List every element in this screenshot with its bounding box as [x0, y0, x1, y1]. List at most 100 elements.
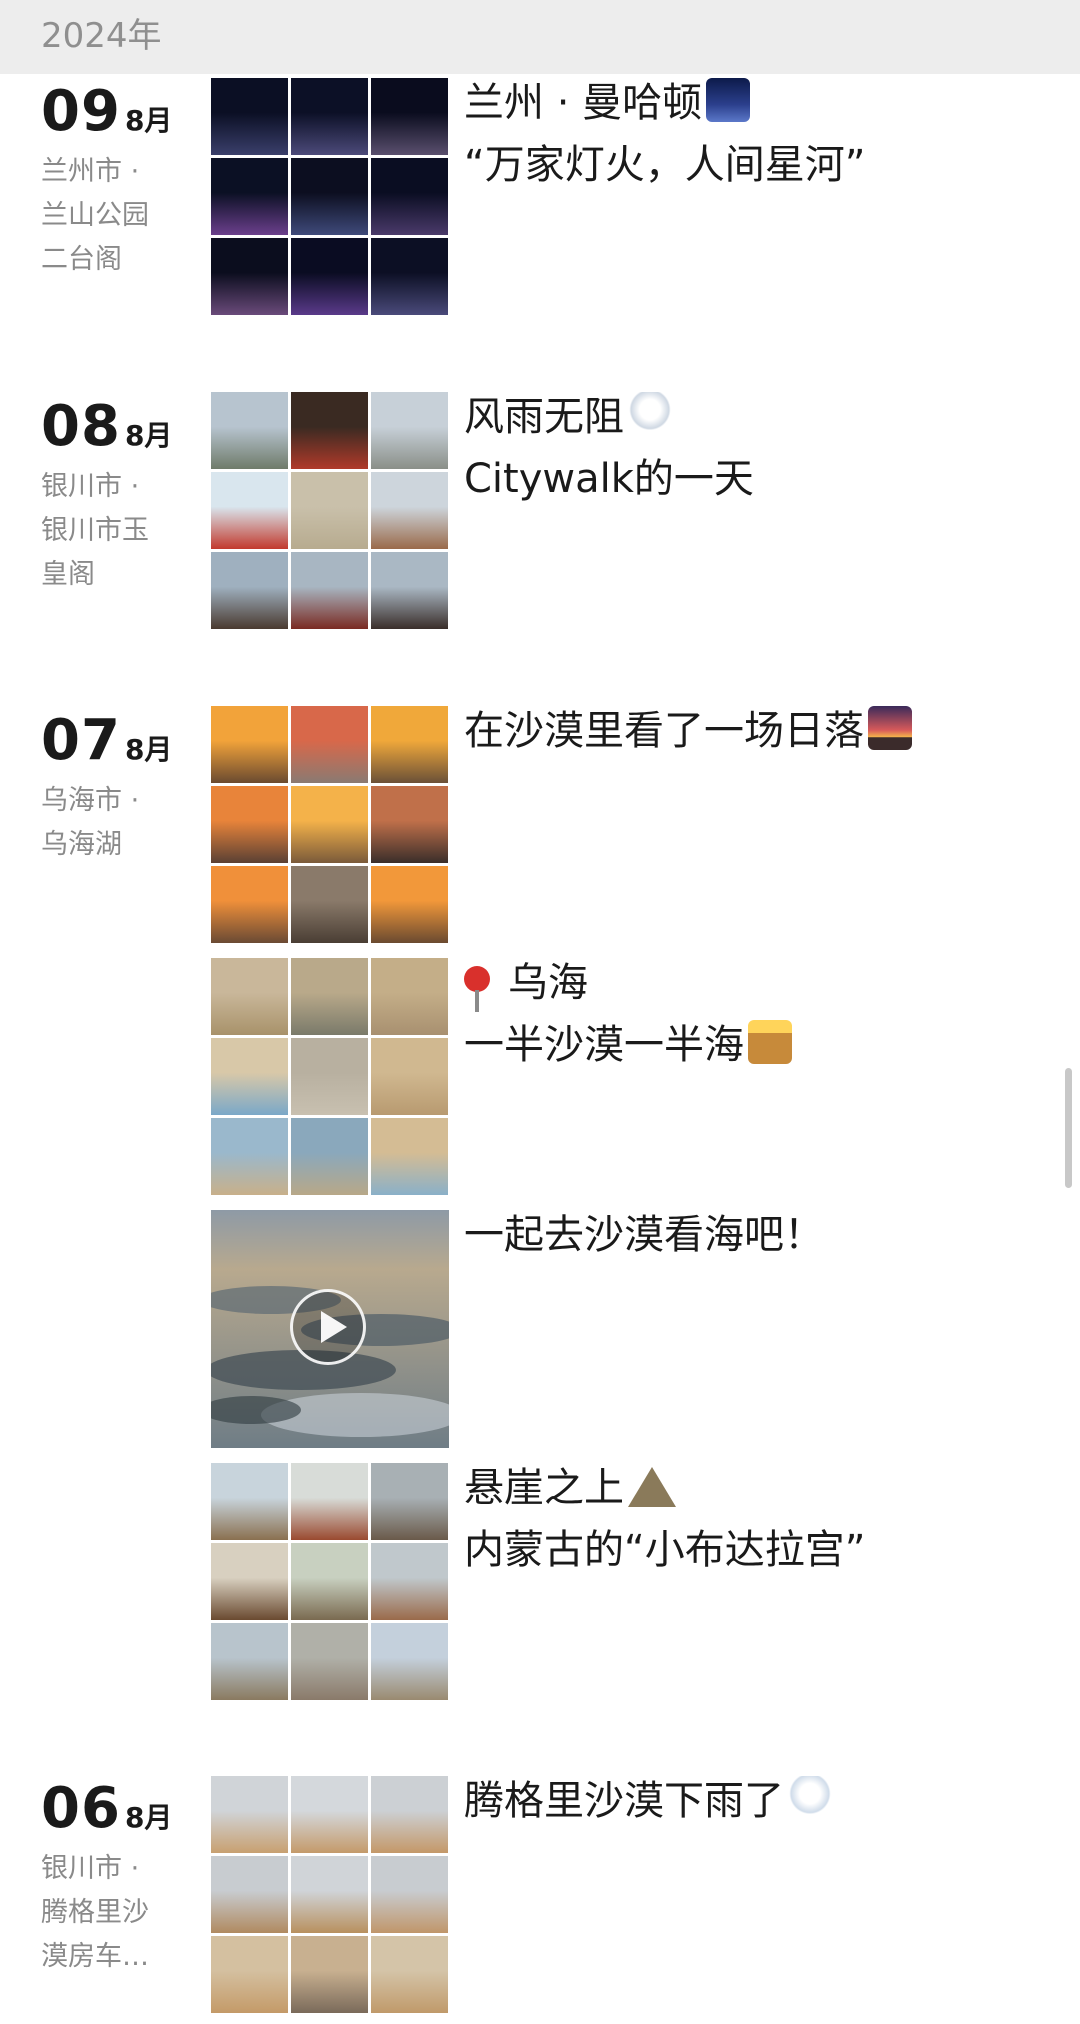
photo-thumbnail[interactable] [291, 1463, 368, 1540]
photo-thumbnail[interactable] [211, 392, 288, 469]
post-caption[interactable]: 腾格里沙漠下雨了 [464, 1770, 1034, 1832]
photo-thumbnail[interactable] [371, 958, 448, 1035]
photo-thumbnail[interactable] [291, 1623, 368, 1700]
location-text[interactable]: 兰州市 · 兰山公园 二台阁 [41, 150, 191, 282]
photo-thumbnail[interactable] [371, 158, 448, 235]
photo-grid[interactable] [211, 392, 449, 630]
photo-thumbnail[interactable] [211, 786, 288, 863]
caption-line2: 内蒙古的“小布达拉宫” [464, 1527, 866, 1573]
photo-thumbnail[interactable] [371, 238, 448, 315]
caption-line2: 一半沙漠一半海 [464, 1022, 744, 1068]
post-caption[interactable]: 乌海 一半沙漠一半海 [464, 952, 1034, 1076]
location-line: 银川市玉 [41, 515, 149, 546]
photo-thumbnail[interactable] [211, 866, 288, 943]
photo-thumbnail[interactable] [371, 1543, 448, 1620]
play-icon[interactable] [290, 1289, 366, 1365]
photo-thumbnail[interactable] [291, 958, 368, 1035]
scrollbar[interactable] [1065, 1068, 1072, 1188]
photo-thumbnail[interactable] [291, 238, 368, 315]
location-line: 兰山公园 [41, 200, 149, 231]
location-text[interactable]: 银川市 · 腾格里沙 漠房车… [41, 1847, 191, 1979]
photo-thumbnail[interactable] [211, 1038, 288, 1115]
photo-grid[interactable] [211, 958, 449, 1196]
photo-grid[interactable] [211, 1463, 449, 1701]
photo-thumbnail[interactable] [211, 1118, 288, 1195]
photo-thumbnail[interactable] [211, 158, 288, 235]
post-caption[interactable]: 一起去沙漠看海吧！ [464, 1204, 1034, 1266]
photo-thumbnail[interactable] [211, 1543, 288, 1620]
photo-thumbnail[interactable] [291, 78, 368, 155]
photo-thumbnail[interactable] [371, 866, 448, 943]
photo-thumbnail[interactable] [371, 1936, 448, 2013]
photo-thumbnail[interactable] [371, 472, 448, 549]
photo-grid[interactable] [211, 78, 449, 316]
day-number: 07 [41, 708, 121, 773]
video-thumbnail[interactable] [211, 1210, 449, 1448]
photo-thumbnail[interactable] [291, 1856, 368, 1933]
photo-thumbnail[interactable] [291, 472, 368, 549]
location-line: 银川市 · [41, 1853, 140, 1884]
caption-line1: 乌海 [508, 960, 588, 1006]
photo-thumbnail[interactable] [211, 1776, 288, 1853]
location-line: 乌海市 · [41, 785, 140, 816]
photo-thumbnail[interactable] [211, 1936, 288, 2013]
photo-thumbnail[interactable] [211, 1856, 288, 1933]
location-text[interactable]: 乌海市 · 乌海湖 [41, 779, 191, 867]
mountain-emoji [628, 1467, 676, 1507]
photo-thumbnail[interactable] [211, 238, 288, 315]
photo-thumbnail[interactable] [371, 1118, 448, 1195]
photo-thumbnail[interactable] [371, 78, 448, 155]
photo-thumbnail[interactable] [371, 1463, 448, 1540]
photo-thumbnail[interactable] [211, 78, 288, 155]
date-block-07: 07 8月 乌海市 · 乌海湖 [41, 713, 191, 867]
photo-thumbnail[interactable] [371, 786, 448, 863]
photo-thumbnail[interactable] [291, 786, 368, 863]
photo-thumbnail[interactable] [211, 706, 288, 783]
caption-line1: 兰州 · 曼哈顿 [464, 80, 703, 126]
post-caption[interactable]: 兰州 · 曼哈顿 “万家灯火，人间星河” [464, 72, 1034, 196]
photo-thumbnail[interactable] [371, 552, 448, 629]
photo-thumbnail[interactable] [291, 392, 368, 469]
photo-thumbnail[interactable] [371, 1623, 448, 1700]
location-text[interactable]: 银川市 · 银川市玉 皇阁 [41, 465, 191, 597]
photo-thumbnail[interactable] [291, 866, 368, 943]
photo-thumbnail[interactable] [371, 1038, 448, 1115]
photo-thumbnail[interactable] [211, 1623, 288, 1700]
date-block-08: 08 8月 银川市 · 银川市玉 皇阁 [41, 399, 191, 597]
photo-grid[interactable] [211, 1776, 449, 2014]
location-line: 兰州市 · [41, 156, 140, 187]
photo-thumbnail[interactable] [291, 1038, 368, 1115]
month-label: 8月 [124, 419, 173, 452]
location-line: 腾格里沙 [41, 1897, 149, 1928]
day-number: 06 [41, 1776, 121, 1841]
photo-grid[interactable] [211, 706, 449, 944]
photo-thumbnail[interactable] [371, 1856, 448, 1933]
post-caption[interactable]: 在沙漠里看了一场日落 [464, 700, 1034, 762]
photo-thumbnail[interactable] [291, 1118, 368, 1195]
caption-line2: Citywalk的一天 [464, 456, 754, 502]
caption-line1: 腾格里沙漠下雨了 [464, 1778, 784, 1824]
photo-thumbnail[interactable] [291, 552, 368, 629]
post-caption[interactable]: 悬崖之上 内蒙古的“小布达拉宫” [464, 1457, 1034, 1581]
photo-thumbnail[interactable] [291, 158, 368, 235]
caption-line1: 风雨无阻 [464, 394, 624, 440]
date-block-06: 06 8月 银川市 · 腾格里沙 漠房车… [41, 1781, 191, 1979]
caption-line1: 一起去沙漠看海吧！ [464, 1212, 824, 1258]
year-label: 2024年 [41, 16, 162, 56]
photo-thumbnail[interactable] [371, 1776, 448, 1853]
photo-thumbnail[interactable] [291, 706, 368, 783]
photo-thumbnail[interactable] [371, 706, 448, 783]
photo-thumbnail[interactable] [371, 392, 448, 469]
post-caption[interactable]: 风雨无阻 Citywalk的一天 [464, 386, 1034, 510]
photo-thumbnail[interactable] [211, 958, 288, 1035]
photo-thumbnail[interactable] [211, 1463, 288, 1540]
location-line: 乌海湖 [41, 829, 122, 860]
photo-thumbnail[interactable] [211, 552, 288, 629]
thunderstorm-emoji [628, 392, 672, 436]
photo-thumbnail[interactable] [291, 1776, 368, 1853]
month-label: 8月 [124, 1801, 173, 1834]
photo-thumbnail[interactable] [291, 1543, 368, 1620]
photo-thumbnail[interactable] [291, 1936, 368, 2013]
night-city-emoji [706, 78, 751, 122]
photo-thumbnail[interactable] [211, 472, 288, 549]
